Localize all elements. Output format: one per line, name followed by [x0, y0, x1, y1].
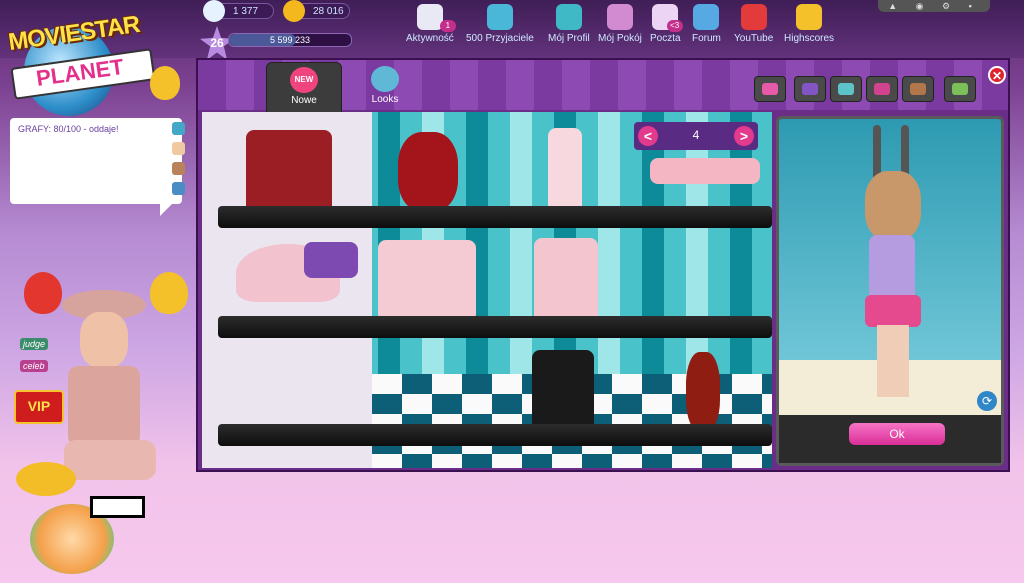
shelf-2 — [218, 316, 772, 338]
category-tops[interactable] — [754, 76, 786, 102]
refresh-icon[interactable]: ⟳ — [977, 391, 997, 411]
player-avatar[interactable] — [54, 290, 164, 490]
accessories-icon — [874, 83, 890, 95]
tops-icon — [762, 83, 778, 95]
diamonds-value: 1 377 — [233, 6, 259, 17]
dinosaur-costume-item[interactable] — [686, 352, 720, 432]
tab-looks-label: Looks — [371, 94, 399, 105]
vip-badge[interactable]: VIP — [14, 390, 64, 424]
profile-icon — [555, 4, 582, 30]
coins-value: 28 016 — [313, 6, 344, 17]
pager: < 4 > — [634, 122, 758, 150]
category-hair[interactable] — [902, 76, 934, 102]
preview-bottom-bar: Ok — [779, 415, 1001, 463]
forum-icon — [693, 4, 720, 30]
dance-icon[interactable] — [172, 122, 185, 135]
face-icon[interactable] — [172, 142, 185, 155]
category-misc[interactable] — [944, 76, 976, 102]
preview-hair — [865, 171, 921, 241]
preview-skirt — [865, 295, 921, 327]
fame-value: 5 599 233 — [269, 35, 311, 45]
nav-item-youtube[interactable]: YouTube — [734, 4, 773, 44]
nav-label: Aktywność — [406, 33, 454, 44]
chat-message: GRAFY: 80/100 - oddaje! — [18, 124, 119, 134]
notification-badge: 1 — [439, 20, 456, 32]
save-icon[interactable] — [172, 182, 185, 195]
next-page-button[interactable]: > — [734, 126, 754, 146]
diamond-icon — [203, 0, 225, 22]
category-pants[interactable] — [794, 76, 826, 102]
ok-button[interactable]: Ok — [849, 423, 945, 445]
red-skirt-item[interactable] — [246, 130, 332, 214]
black-white-dress-item[interactable] — [532, 350, 594, 434]
nav-item-mail[interactable]: <3 Poczta — [650, 4, 683, 44]
trophy-icon — [796, 4, 823, 30]
pink-boots-item[interactable] — [548, 128, 582, 214]
nav-item-activity[interactable]: 1 Aktywność — [406, 4, 456, 44]
shop-window: NEW Nowe Looks ✕ < 4 > ⟳ Ok — [196, 58, 1010, 472]
nav-label: Highscores — [784, 33, 835, 44]
window-controls[interactable]: ▲ ◉ ⚙ ▪ — [878, 0, 990, 12]
close-button[interactable]: ✕ — [988, 66, 1006, 84]
moviestar-planet-logo: MOVIESTAR PLANET — [6, 6, 156, 116]
red-curly-hair-item[interactable] — [398, 132, 458, 212]
new-badge: NEW — [290, 67, 318, 93]
nav-label: YouTube — [734, 33, 774, 44]
preview-legs — [877, 325, 909, 397]
celeb-badge[interactable]: celeb — [20, 360, 48, 372]
coin-icon — [283, 0, 305, 22]
nav-item-profile[interactable]: Mój Profil — [548, 4, 590, 44]
nav-label: 500 Przyjaciele — [466, 33, 534, 44]
misc-icon — [952, 83, 968, 95]
pink-sneakers-item[interactable] — [650, 158, 760, 184]
tab-looks[interactable]: Looks — [348, 62, 422, 112]
hair-icon — [910, 83, 926, 95]
tab-new-label: Nowe — [291, 95, 317, 106]
notification-badge: <3 — [666, 20, 683, 32]
avatar-body — [68, 366, 140, 446]
pink-skirt-item[interactable] — [378, 240, 476, 322]
lemon-icon — [150, 66, 180, 100]
avatar-head — [80, 312, 128, 368]
nav-label: Mój Pokój — [598, 33, 642, 44]
nav-item-friends[interactable]: 500 Przyjaciele — [466, 4, 534, 44]
looks-icon — [371, 66, 399, 92]
purple-heels-item[interactable] — [304, 242, 358, 278]
nav-item-forum[interactable]: Forum — [692, 4, 721, 44]
piggy-bank-icon[interactable] — [16, 462, 76, 496]
tab-new[interactable]: NEW Nowe — [266, 62, 342, 114]
activity-icon — [416, 4, 443, 30]
pink-jacket-item[interactable] — [534, 238, 598, 326]
shelf-1 — [218, 206, 772, 228]
chat-bubble: GRAFY: 80/100 - oddaje! — [10, 118, 185, 216]
shop-shelves-area: < 4 > — [202, 112, 772, 468]
pet-icon[interactable] — [172, 162, 185, 175]
coins-counter[interactable]: 28 016 — [283, 0, 350, 22]
judge-badge[interactable]: judge — [20, 338, 49, 350]
nav-item-room[interactable]: Mój Pokój — [598, 4, 642, 44]
avatar-legs — [64, 440, 156, 480]
fame-bar: 5 599 233 — [228, 33, 352, 47]
pants-icon — [802, 83, 818, 95]
category-accessories[interactable] — [866, 76, 898, 102]
youtube-icon — [740, 4, 767, 30]
prev-page-button[interactable]: < — [638, 126, 658, 146]
nav-label: Forum — [692, 33, 721, 44]
nav-label: Mój Profil — [548, 33, 590, 44]
nav-label: Poczta — [650, 33, 681, 44]
category-shoes[interactable] — [830, 76, 862, 102]
nav-item-trophy[interactable]: Highscores — [784, 4, 834, 44]
room-icon — [606, 4, 633, 30]
shelf-3 — [218, 424, 772, 446]
chat-bubble-tail — [160, 202, 174, 216]
redacted-box — [90, 496, 145, 518]
diamonds-counter[interactable]: 1 377 — [203, 0, 274, 22]
friends-icon — [486, 4, 513, 30]
avatar-preview: ⟳ Ok — [776, 116, 1004, 466]
shoes-icon — [838, 83, 854, 95]
page-number: 4 — [692, 128, 700, 142]
